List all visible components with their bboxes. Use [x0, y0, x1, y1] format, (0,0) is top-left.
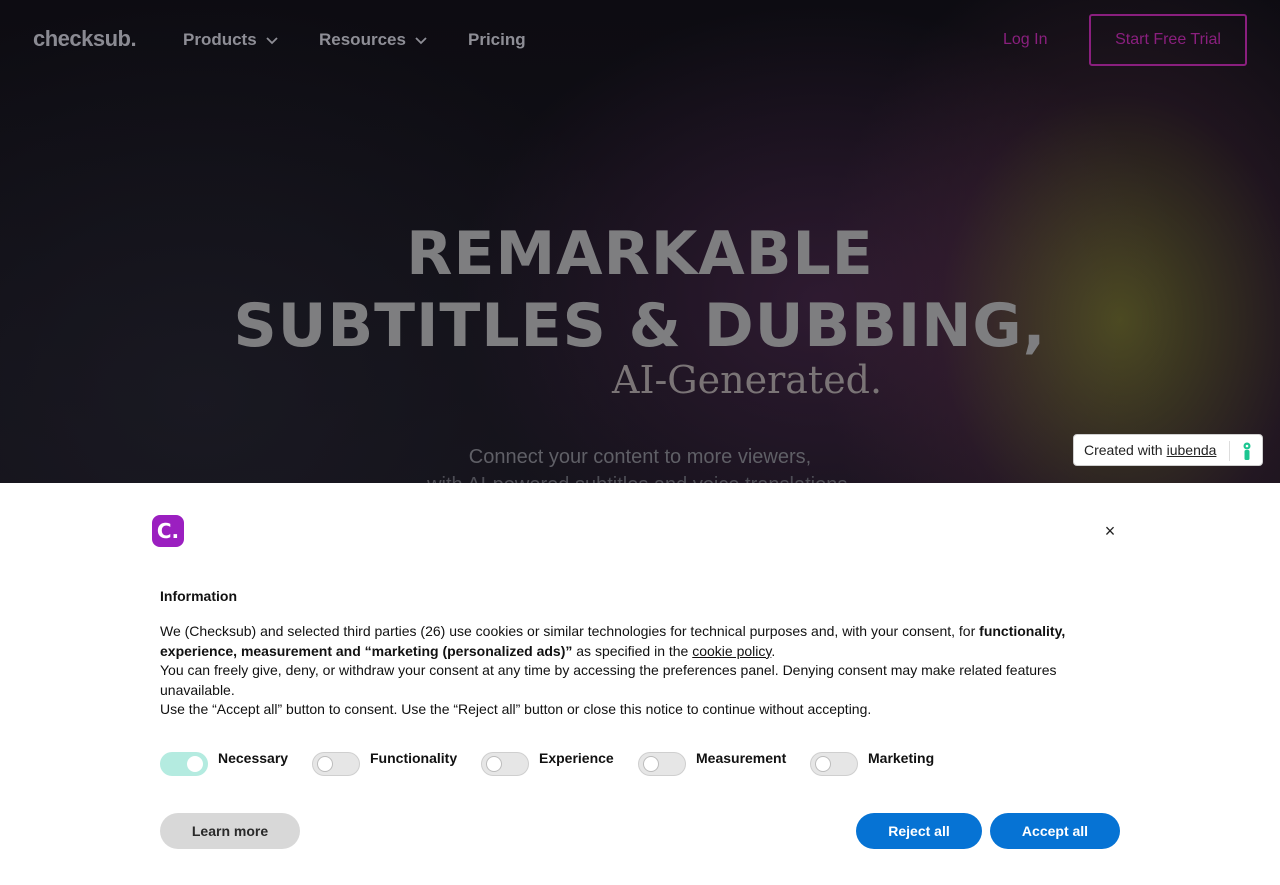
cookie-policy-link[interactable]: cookie policy	[692, 643, 771, 659]
toggle-experience: Experience	[481, 750, 614, 776]
login-link[interactable]: Log In	[1003, 31, 1047, 49]
iubenda-prefix: Created with	[1084, 442, 1163, 458]
nav-item-pricing[interactable]: Pricing	[468, 30, 526, 50]
toggle-label: Experience	[539, 750, 614, 766]
top-navigation: checksub. Products Resources Pricing Log…	[0, 0, 1280, 80]
brand-logo-icon: C.	[152, 515, 184, 547]
chevron-down-icon	[266, 37, 278, 45]
accept-all-button[interactable]: Accept all	[990, 813, 1120, 849]
cookie-text-consent: You can freely give, deny, or withdraw y…	[160, 662, 1057, 698]
toggle-necessary: Necessary	[160, 750, 289, 776]
toggle-functionality: Functionality	[312, 750, 458, 776]
reject-all-button[interactable]: Reject all	[856, 813, 982, 849]
cookie-text-end: .	[771, 642, 776, 659]
logo[interactable]: checksub.	[33, 26, 137, 52]
cookie-text-mid: as specified in the	[572, 642, 693, 659]
hero-subheadline: AI-Generated.	[612, 358, 883, 402]
nav-item-label: Resources	[319, 30, 406, 49]
cookie-text-start: We (Checksub) and selected third parties…	[160, 623, 980, 639]
hero-headline: REMARKABLE SUBTITLES & DUBBING,	[0, 218, 1280, 362]
necessary-switch[interactable]	[160, 752, 208, 776]
experience-switch[interactable]	[481, 752, 529, 776]
iubenda-badge[interactable]: Created with iubenda	[1073, 434, 1263, 466]
nav-item-resources[interactable]: Resources	[319, 30, 428, 50]
nav-item-label: Pricing	[468, 30, 526, 49]
toggle-measurement: Measurement	[638, 750, 787, 776]
measurement-switch[interactable]	[638, 752, 686, 776]
iubenda-icon	[1243, 442, 1251, 460]
cookie-text-buttons: Use the “Accept all” button to consent. …	[160, 701, 872, 717]
chevron-down-icon	[415, 37, 427, 45]
toggle-label: Necessary	[218, 750, 289, 766]
headline-line-2: SUBTITLES & DUBBING,	[233, 291, 1047, 361]
toggle-label: Functionality	[370, 750, 458, 766]
toggle-marketing: Marketing	[810, 750, 935, 776]
close-icon[interactable]: ×	[1100, 521, 1120, 541]
functionality-switch[interactable]	[312, 752, 360, 776]
iubenda-link[interactable]: iubenda	[1167, 442, 1217, 458]
marketing-switch[interactable]	[810, 752, 858, 776]
toggle-label: Marketing	[868, 750, 935, 766]
cookie-description: We (Checksub) and selected third parties…	[160, 622, 1080, 720]
nav-item-products[interactable]: Products	[183, 30, 279, 50]
hero-tagline-2: with AI-powered subtitles and voice tran…	[0, 474, 1280, 483]
cookie-title: Information	[160, 588, 237, 604]
start-free-trial-button[interactable]: Start Free Trial	[1089, 14, 1247, 66]
cookie-banner: C. × Information We (Checksub) and selec…	[0, 483, 1280, 885]
nav-item-label: Products	[183, 30, 257, 49]
toggle-label: Measurement	[696, 750, 787, 766]
headline-line-1: REMARKABLE	[406, 219, 874, 289]
divider	[1229, 441, 1230, 461]
learn-more-button[interactable]: Learn more	[160, 813, 300, 849]
